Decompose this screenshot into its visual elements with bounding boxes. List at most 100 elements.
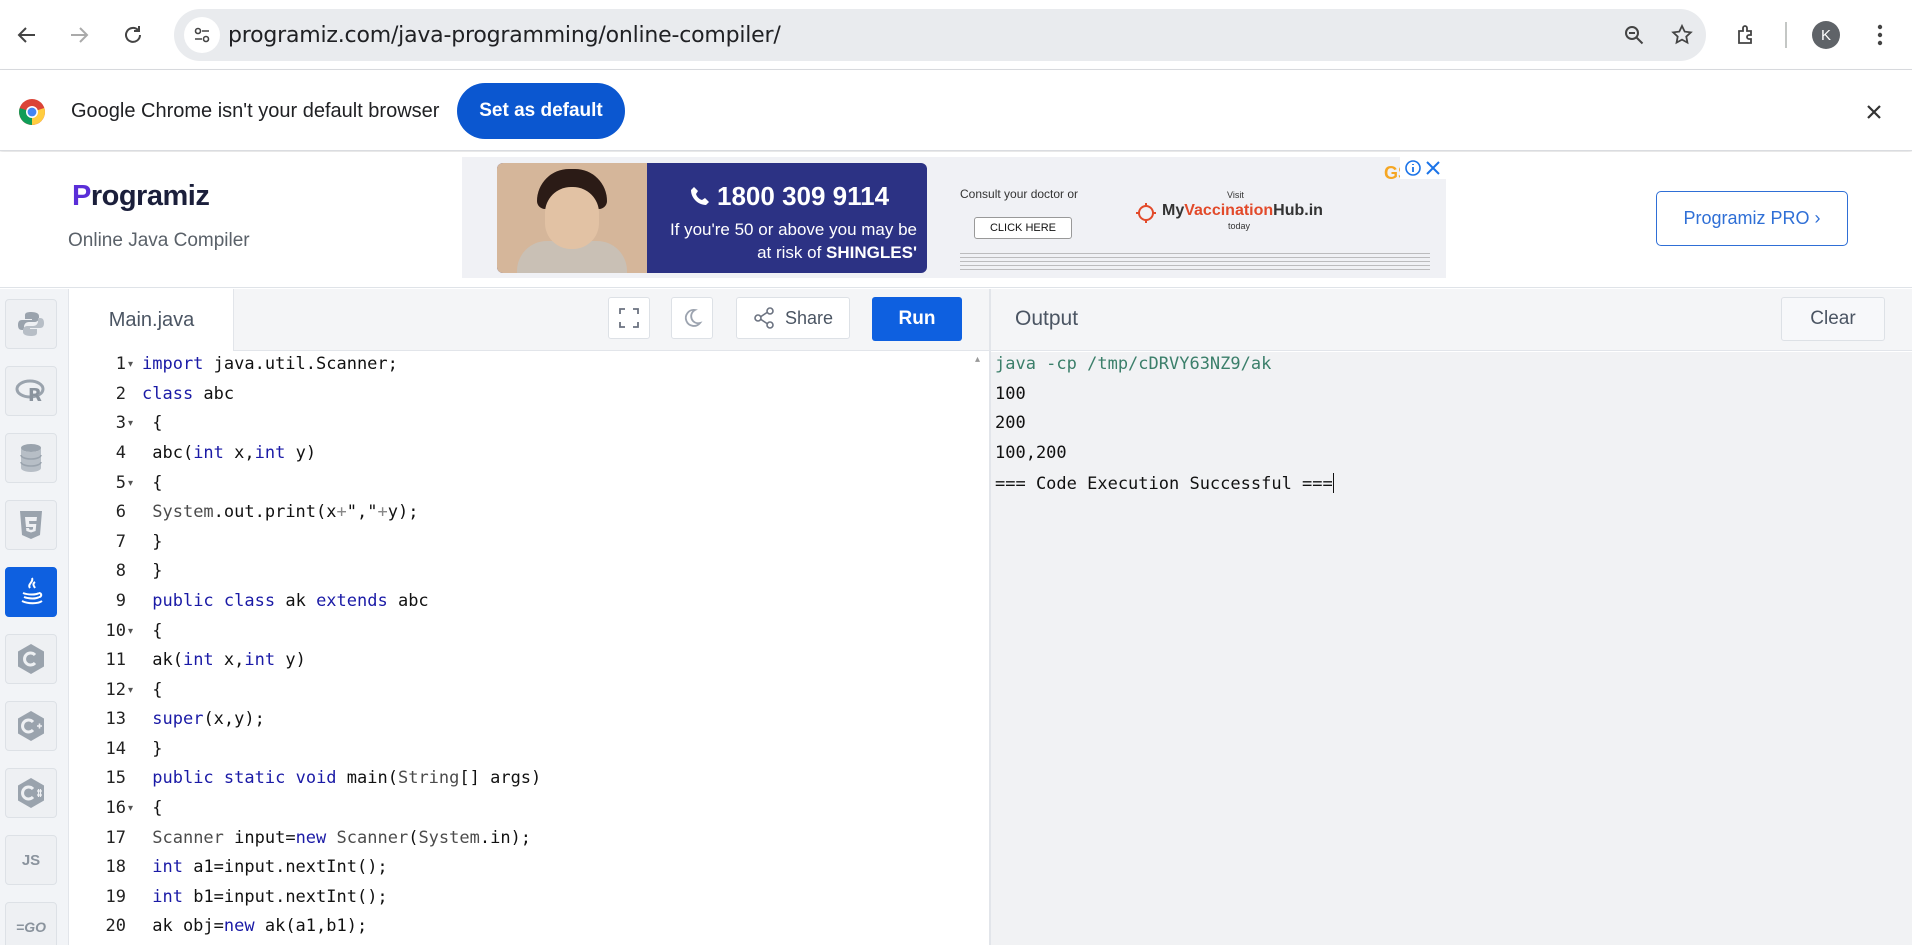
output-title: Output [1015,307,1079,330]
ad-visit-text: Visit [1227,190,1244,200]
c-language-icon[interactable] [5,634,57,684]
code-line[interactable]: { [142,680,162,700]
code-line[interactable]: ak(int x,int y) [142,650,306,670]
phone-icon [691,187,709,205]
chrome-logo-icon [19,99,45,125]
line-number: 7 [115,532,126,552]
fold-arrow-icon[interactable]: ▾ [128,626,133,637]
text-caret [1332,473,1334,493]
url-text[interactable]: programiz.com/java-programming/online-co… [228,23,781,48]
ad-phone-number: 1800 309 9114 [717,181,890,211]
advertisement-banner[interactable]: 1800 309 9114 If you're 50 or above you … [462,157,1446,278]
editor-header: Main.java Share Run [70,289,990,351]
go-icon[interactable]: =GO [5,902,57,945]
ad-fine-print [960,253,1430,273]
csharp-icon[interactable] [5,768,57,818]
code-editor[interactable]: 1 ▾ 2 3 ▾ 4 5 ▾ 6 7 8 9 10 ▾ 11 12 ▾ 13 14 15… [70,352,990,945]
code-line[interactable]: int b1=input.nextInt(); [142,887,387,907]
code-line[interactable]: public class ak extends abc [142,591,428,611]
fold-arrow-icon[interactable]: ▾ [128,478,133,489]
code-line[interactable]: super(x,y); [142,709,265,729]
code-line[interactable]: public static void main(String[] args) [142,768,541,788]
line-number: 15 [105,768,126,788]
share-button[interactable]: Share [736,297,850,339]
code-line[interactable]: { [142,473,162,493]
code-line[interactable]: int a1=input.nextInt(); [142,857,387,877]
reload-icon[interactable] [114,16,152,54]
line-number: 3 [115,413,126,433]
browser-toolbar: programiz.com/java-programming/online-co… [0,0,1912,70]
ad-hub-part-3: Hub.in [1273,202,1323,219]
code-line[interactable]: } [142,561,162,581]
ad-close-icon[interactable] [1424,159,1442,177]
ad-photo [497,163,647,273]
ad-today-text: today [1228,221,1251,231]
extensions-icon[interactable] [1727,16,1765,54]
output-console[interactable]: java -cp /tmp/cDRVY63NZ9/ak 100 200 100,… [991,352,1912,945]
address-bar[interactable]: programiz.com/java-programming/online-co… [174,9,1706,61]
sql-database-icon[interactable] [5,433,57,483]
brand-text: rogramiz [90,180,210,212]
ad-hub-part-1: My [1162,202,1185,219]
line-number: 2 [115,384,126,404]
javascript-icon[interactable]: JS [5,835,57,885]
dark-mode-moon-icon[interactable] [671,297,713,339]
output-status-text: === Code Execution Successful === [995,474,1333,494]
fullscreen-icon[interactable] [608,297,650,339]
output-header: Output Clear [991,289,1912,351]
code-line[interactable]: System.out.print(x+","+y); [142,502,418,522]
code-line[interactable]: } [142,739,162,759]
forward-icon[interactable] [60,16,98,54]
programiz-logo[interactable]: Programiz [72,180,210,213]
ad-info-icon[interactable] [1404,159,1422,177]
code-line[interactable]: class abc [142,384,234,404]
output-status-line: === Code Execution Successful === [995,473,1334,494]
fold-arrow-icon[interactable]: ▾ [128,418,133,429]
output-line: 100,200 [995,443,1067,463]
file-tab[interactable]: Main.java [70,289,234,351]
run-button[interactable]: Run [872,297,962,341]
line-number: 8 [115,561,126,581]
menu-kebab-icon[interactable] [1861,16,1899,54]
ad-consult-text: Consult your doctor or [960,187,1079,201]
code-line[interactable]: { [142,413,162,433]
close-icon[interactable] [1860,98,1888,126]
share-label: Share [784,307,834,328]
programiz-pro-button[interactable]: Programiz PRO › [1656,191,1848,246]
output-command-line: java -cp /tmp/cDRVY63NZ9/ak [995,354,1272,374]
line-number: 12 [105,680,126,700]
r-language-icon[interactable]: R [5,366,57,416]
line-number: 11 [105,650,126,670]
code-line[interactable]: { [142,798,162,818]
site-header: Programiz Online Java Compiler 1800 309 … [0,152,1912,288]
code-line[interactable]: { [142,621,162,641]
scroll-up-icon[interactable]: ▴ [975,354,980,365]
fold-arrow-icon[interactable]: ▾ [128,359,133,370]
share-icon [754,307,774,329]
line-number: 17 [105,828,126,848]
brand-initial: P [72,180,91,212]
ad-click-here-button[interactable]: CLICK HERE [974,217,1072,239]
html5-icon[interactable] [5,500,57,550]
site-info-icon[interactable] [184,17,220,53]
ad-left-panel: 1800 309 9114 If you're 50 or above you … [497,163,927,273]
set-as-default-button[interactable]: Set as default [457,83,625,139]
bookmark-star-icon[interactable] [1668,21,1696,49]
code-line[interactable]: Scanner input=new Scanner(System.in); [142,828,531,848]
code-line[interactable]: } [142,532,162,552]
java-icon[interactable] [5,567,57,617]
clear-button[interactable]: Clear [1781,297,1885,341]
back-icon[interactable] [8,16,46,54]
zoom-icon[interactable] [1620,21,1648,49]
profile-avatar[interactable]: K [1812,21,1840,49]
fold-arrow-icon[interactable]: ▾ [128,803,133,814]
cpp-icon[interactable] [5,701,57,751]
ad-choices-badge[interactable] [1400,157,1446,179]
python-icon[interactable] [5,299,57,349]
code-line[interactable]: abc(int x,int y) [142,443,316,463]
code-line[interactable]: ak obj=new ak(a1,b1); [142,916,367,936]
fold-arrow-icon[interactable]: ▾ [128,685,133,696]
virus-icon [1136,203,1156,223]
ad-hub-part-2: Vaccination [1184,202,1274,219]
code-line[interactable]: import java.util.Scanner; [142,354,398,374]
